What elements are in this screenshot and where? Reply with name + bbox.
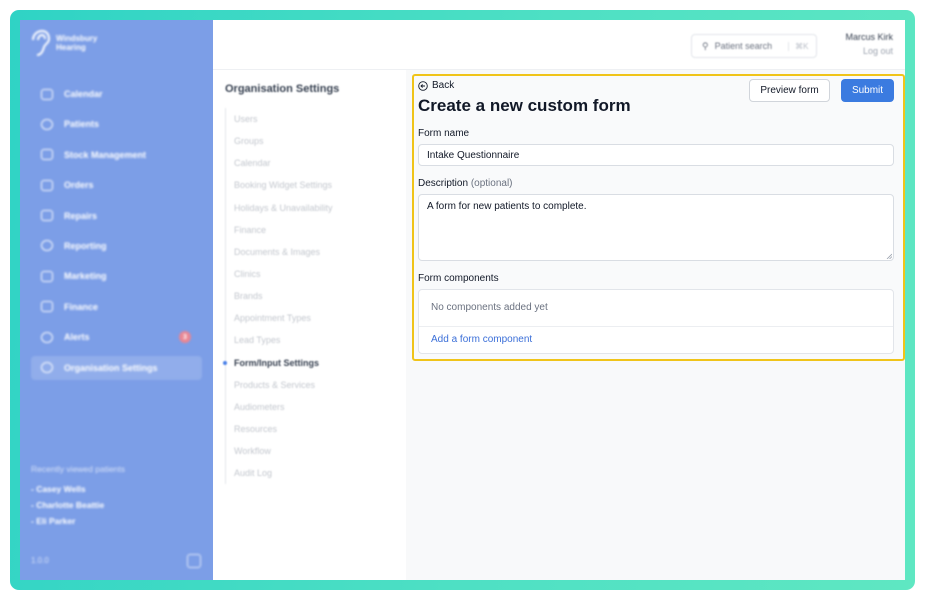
- brand-name: Windsbury Hearing: [56, 34, 98, 52]
- recent-patients: Recently viewed patients - Casey Wells -…: [31, 464, 125, 532]
- patient-search-button[interactable]: ⚲ Patient search ⌘K: [691, 34, 817, 58]
- calendar-icon: [41, 88, 53, 100]
- arrow-left-circle-icon: [418, 80, 428, 91]
- settings-nav: Organisation Settings Users Groups Calen…: [213, 70, 406, 580]
- optional-hint: (optional): [470, 178, 513, 189]
- search-icon: ⚲: [702, 40, 709, 51]
- app-version: 1.0.0: [31, 556, 49, 565]
- settings-item-resources[interactable]: Resources: [234, 418, 395, 440]
- settings-list: Users Groups Calendar Booking Widget Set…: [223, 108, 395, 485]
- settings-item-workflow[interactable]: Workflow: [234, 440, 395, 462]
- sidebar-item-repairs[interactable]: Repairs: [31, 204, 202, 228]
- smiley-icon: [41, 118, 53, 130]
- user-menu: Marcus Kirk Log out: [845, 32, 893, 56]
- top-bar: ⚲ Patient search ⌘K Marcus Kirk Log out: [213, 20, 905, 70]
- recent-patient-link[interactable]: - Casey Wells: [31, 484, 125, 494]
- app-window: Windsbury Hearing Calendar Patients Stoc…: [20, 20, 905, 580]
- recent-patient-link[interactable]: - Eli Parker: [31, 516, 125, 526]
- pie-chart-icon: [41, 240, 53, 252]
- settings-item-finance[interactable]: Finance: [234, 219, 395, 241]
- description-field[interactable]: A form for new patients to complete.: [418, 194, 894, 261]
- back-label: Back: [432, 80, 455, 91]
- user-name: Marcus Kirk: [845, 32, 893, 42]
- sidebar-item-label: Reporting: [64, 240, 107, 251]
- sidebar-item-patients[interactable]: Patients: [31, 112, 202, 136]
- sidebar-item-label: Organisation Settings: [64, 362, 158, 373]
- components-empty-message: No components added yet: [431, 302, 548, 313]
- gear-icon: [41, 362, 53, 374]
- sidebar-item-orders[interactable]: Orders: [31, 173, 202, 197]
- patient-search-label: Patient search: [714, 41, 773, 51]
- submit-button[interactable]: Submit: [841, 79, 894, 102]
- sidebar-item-label: Finance: [64, 301, 99, 312]
- settings-title: Organisation Settings: [225, 83, 340, 95]
- sidebar-item-label: Orders: [64, 180, 94, 191]
- preview-form-button[interactable]: Preview form: [749, 79, 830, 102]
- form-components-label: Form components: [418, 273, 499, 284]
- settings-item-booking-widget[interactable]: Booking Widget Settings: [234, 174, 395, 196]
- form-name-field[interactable]: [418, 144, 894, 166]
- settings-item-clinics[interactable]: Clinics: [234, 263, 395, 285]
- mail-icon: [41, 270, 53, 282]
- settings-item-documents[interactable]: Documents & Images: [234, 241, 395, 263]
- resize-handle-icon[interactable]: [886, 253, 892, 259]
- calendar-check-icon: [41, 179, 53, 191]
- page-title: Create a new custom form: [418, 96, 631, 115]
- settings-item-lead-types[interactable]: Lead Types: [234, 329, 395, 351]
- form-name-label: Form name: [418, 128, 470, 139]
- sidebar-item-label: Alerts: [64, 332, 90, 343]
- credit-card-icon: [41, 301, 53, 313]
- settings-item-holidays[interactable]: Holidays & Unavailability: [234, 197, 395, 219]
- sidebar-item-stock-management[interactable]: Stock Management: [31, 143, 202, 167]
- description-label-text: Description: [418, 178, 469, 189]
- settings-item-appointment-types[interactable]: Appointment Types: [234, 307, 395, 329]
- sidebar-item-finance[interactable]: Finance: [31, 295, 202, 319]
- collapse-sidebar-icon[interactable]: [187, 554, 201, 568]
- settings-item-audit-log[interactable]: Audit Log: [234, 462, 395, 484]
- sidebar-item-calendar[interactable]: Calendar: [31, 82, 202, 106]
- settings-item-products[interactable]: Products & Services: [234, 374, 395, 396]
- settings-item-calendar[interactable]: Calendar: [234, 152, 395, 174]
- description-label: Description (optional): [418, 178, 513, 189]
- sidebar-item-label: Repairs: [64, 210, 98, 221]
- bell-icon: [41, 331, 53, 343]
- settings-item-audiometers[interactable]: Audiometers: [234, 396, 395, 418]
- sidebar-item-alerts[interactable]: Alerts 3: [31, 325, 202, 349]
- back-link[interactable]: Back: [418, 80, 454, 91]
- settings-item-users[interactable]: Users: [234, 108, 395, 130]
- settings-item-groups[interactable]: Groups: [234, 130, 395, 152]
- logout-link[interactable]: Log out: [845, 46, 893, 56]
- settings-item-brands[interactable]: Brands: [234, 285, 395, 307]
- clipboard-icon: [41, 149, 53, 161]
- sidebar-item-label: Patients: [64, 119, 100, 130]
- sidebar: Windsbury Hearing Calendar Patients Stoc…: [20, 20, 213, 580]
- wrench-icon: [41, 210, 53, 222]
- form-components-list: No components added yet Add a form compo…: [418, 289, 894, 354]
- sidebar-item-marketing[interactable]: Marketing: [31, 264, 202, 288]
- recent-patients-title: Recently viewed patients: [31, 464, 126, 474]
- sidebar-item-label: Calendar: [64, 89, 103, 99]
- divider: [419, 326, 893, 327]
- brand-logo[interactable]: Windsbury Hearing: [30, 30, 116, 56]
- search-shortcut: ⌘K: [788, 41, 808, 51]
- alerts-count-badge: 3: [179, 331, 191, 344]
- ear-logo-icon: [32, 30, 50, 56]
- sidebar-item-label: Stock Management: [64, 149, 147, 160]
- settings-item-form-input[interactable]: Form/Input Settings: [223, 352, 395, 374]
- sidebar-item-reporting[interactable]: Reporting: [31, 234, 202, 258]
- add-form-component-link[interactable]: Add a form component: [431, 334, 532, 345]
- recent-patient-link[interactable]: - Charlotte Beattie: [31, 500, 125, 510]
- sidebar-nav: Calendar Patients Stock Management Order…: [20, 82, 213, 386]
- sidebar-item-label: Marketing: [64, 271, 107, 282]
- sidebar-item-organisation-settings[interactable]: Organisation Settings: [31, 355, 202, 380]
